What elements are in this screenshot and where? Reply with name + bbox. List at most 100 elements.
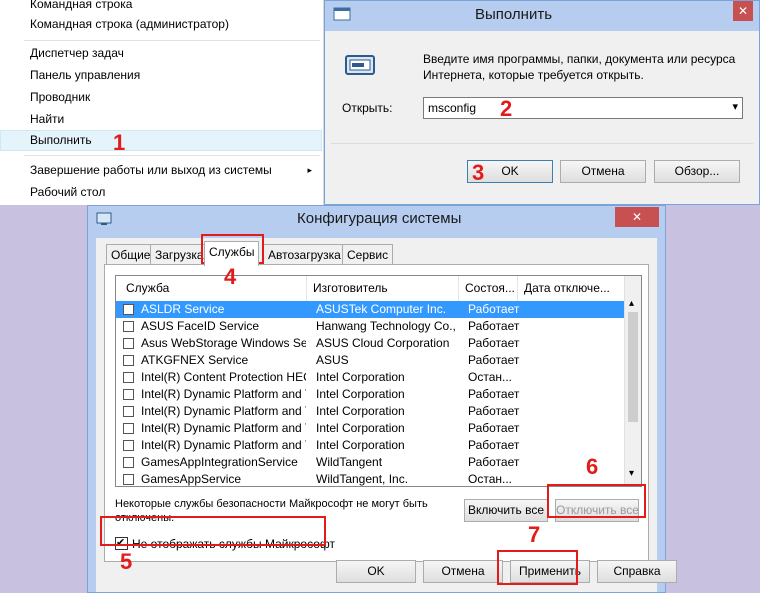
table-row[interactable]: Intel(R) Content Protection HEC... Intel… [116,369,626,386]
service-checkbox[interactable] [123,304,134,315]
open-label: Открыть: [342,101,393,115]
service-vendor: ASUS [316,353,349,367]
service-checkbox[interactable] [123,474,134,485]
service-checkbox[interactable] [123,321,134,332]
tab-boot[interactable]: Загрузка [150,244,209,265]
service-name: Intel(R) Dynamic Platform and T... [141,438,306,452]
menu-item-explorer[interactable]: Проводник [0,87,322,108]
service-status: Работает [468,404,520,418]
menu-item-search[interactable]: Найти [0,109,322,130]
run-titlebar: Выполнить ✕ [325,1,759,31]
service-vendor: Hanwang Technology Co.,... [316,319,456,333]
service-checkbox[interactable] [123,457,134,468]
cancel-button[interactable]: Отмена [423,560,503,583]
service-status: Работает [468,455,520,469]
menu-item-run[interactable]: Выполнить [0,130,322,151]
service-status: Работает [468,319,520,333]
menu-item-label: Завершение работы или выход из системы [30,163,272,177]
service-name: Intel(R) Dynamic Platform and T... [141,404,306,418]
menu-item-desktop[interactable]: Рабочий стол [0,182,322,203]
table-row[interactable]: Intel(R) Dynamic Platform and T... Intel… [116,386,626,403]
service-status: Работает [468,302,520,316]
service-vendor: Intel Corporation [316,438,405,452]
browse-button[interactable]: Обзор... [654,160,740,183]
tab-startup[interactable]: Автозагрузка [263,244,346,265]
service-checkbox[interactable] [123,423,134,434]
menu-item-task-manager[interactable]: Диспетчер задач [0,43,322,64]
menu-item-shutdown[interactable]: Завершение работы или выход из системы ▸ [0,160,322,181]
service-checkbox[interactable] [123,338,134,349]
help-button[interactable]: Справка [597,560,677,583]
chevron-down-icon[interactable]: ▾ [732,100,738,113]
close-button[interactable]: ✕ [615,207,659,227]
run-description: Введите имя программы, папки, документа … [423,52,736,82]
menu-item-label: Командная строка (администратор) [30,17,229,31]
table-row[interactable]: GamesAppIntegrationService WildTangent Р… [116,454,626,471]
menu-item-label: Диспетчер задач [30,46,124,60]
annotation-6: 6 [586,454,599,479]
service-vendor: ASUSTek Computer Inc. [316,302,447,316]
service-checkbox[interactable] [123,389,134,400]
ok-button[interactable]: OK [336,560,416,583]
menu-item-label: Проводник [30,90,91,104]
tab-tools[interactable]: Сервис [342,244,394,265]
msconfig-title: Конфигурация системы [297,210,462,227]
service-name: Intel(R) Dynamic Platform and T... [141,387,306,401]
tab-services[interactable]: Службы [204,241,260,266]
scroll-down-icon[interactable]: ▾ [629,468,634,479]
menu-item-label: Выполнить [30,133,92,147]
menu-item-label: Панель управления [30,68,141,82]
highlight-box-disable-all [547,484,646,518]
run-icon [345,55,375,75]
run-body: Введите имя программы, папки, документа … [331,31,753,198]
column-header-service[interactable]: Служба [116,276,307,301]
annotation-1: 1 [113,130,126,155]
submenu-arrow-icon: ▸ [307,165,312,175]
highlight-box-hide-ms [100,516,326,546]
run-title: Выполнить [475,6,553,23]
table-row[interactable]: ATKGFNEX Service ASUS Работает [116,352,626,369]
annotation-7: 7 [528,522,541,547]
services-list[interactable]: Служба Изготовитель Состоя... Дата отклю… [115,275,642,487]
menu-item-cmd-admin[interactable]: Командная строка (администратор) [0,14,322,35]
open-input-value: msconfig [428,101,477,115]
menu-item-label: Рабочий стол [30,185,106,199]
service-vendor: WildTangent [316,455,383,469]
table-row[interactable]: Intel(R) Dynamic Platform and T... Intel… [116,403,626,420]
enable-all-button[interactable]: Включить все [464,499,548,522]
service-checkbox[interactable] [123,355,134,366]
tab-general[interactable]: Общие [106,244,156,265]
window-icon [333,7,351,21]
service-name: Intel(R) Dynamic Platform and T... [141,421,306,435]
service-checkbox[interactable] [123,406,134,417]
service-checkbox[interactable] [123,440,134,451]
table-row[interactable]: Asus WebStorage Windows Ser... ASUS Clou… [116,335,626,352]
service-vendor: Intel Corporation [316,404,405,418]
service-name: ASLDR Service [141,302,225,316]
vertical-scrollbar[interactable]: ▴ ▾ [624,276,641,484]
service-checkbox[interactable] [123,372,134,383]
menu-item-cmd[interactable]: Командная строка [0,0,322,15]
column-header-status[interactable]: Состоя... [459,276,518,301]
separator [331,143,753,144]
table-row[interactable]: Intel(R) Dynamic Platform and T... Intel… [116,437,626,454]
column-header-vendor[interactable]: Изготовитель [307,276,459,301]
start-context-menu: Командная строка Командная строка (админ… [0,0,324,205]
scroll-up-icon[interactable]: ▴ [629,298,634,309]
open-input[interactable]: msconfig ▾ [423,97,743,119]
highlight-box-apply [497,550,578,585]
table-row[interactable]: ASLDR Service ASUSTek Computer Inc. Рабо… [116,301,626,318]
close-button[interactable]: ✕ [733,1,753,21]
service-name: Intel(R) Content Protection HEC... [141,370,306,384]
service-status: Работает [468,421,520,435]
table-row[interactable]: Intel(R) Dynamic Platform and T... Intel… [116,420,626,437]
annotation-2: 2 [500,96,513,121]
service-vendor: Intel Corporation [316,370,405,384]
service-name: GamesAppIntegrationService [141,455,298,469]
scrollbar-thumb[interactable] [628,312,638,422]
column-header-disabled-date[interactable]: Дата отключе... [518,276,625,301]
table-row[interactable]: ASUS FaceID Service Hanwang Technology C… [116,318,626,335]
service-vendor: ASUS Cloud Corporation [316,336,450,350]
cancel-button[interactable]: Отмена [560,160,646,183]
menu-item-control-panel[interactable]: Панель управления [0,65,322,86]
